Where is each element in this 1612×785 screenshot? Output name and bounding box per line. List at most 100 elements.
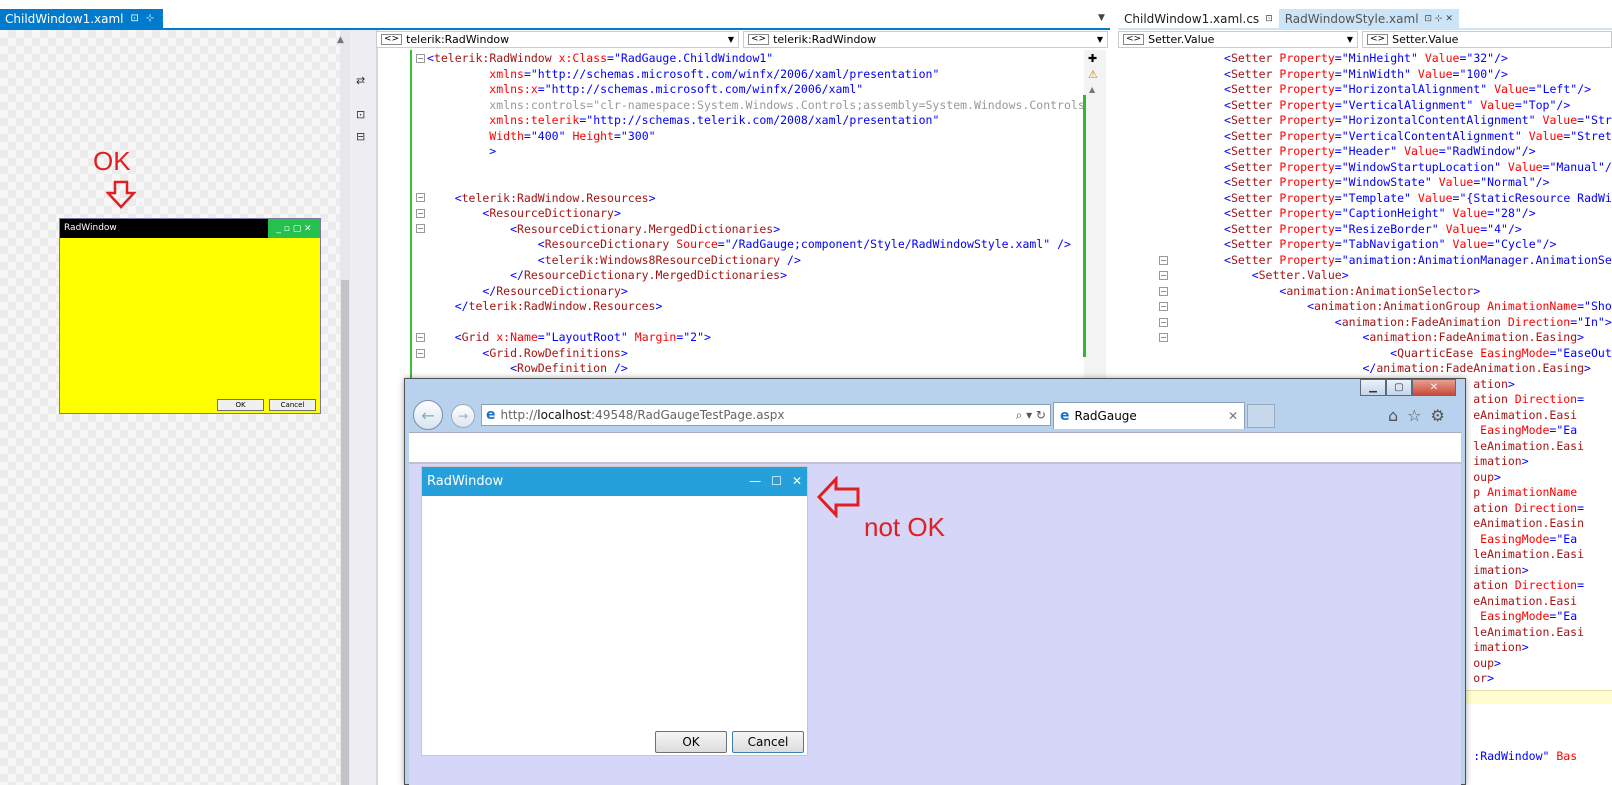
collapse-toggle-icon[interactable]: − — [1159, 256, 1168, 265]
scroll-up-icon[interactable]: ▲ — [1089, 85, 1095, 94]
split-view-icon[interactable]: ⊟ — [356, 130, 365, 143]
code-token: =" — [1452, 66, 1467, 81]
home-icon[interactable]: ⌂ — [1388, 406, 1398, 425]
ok-button[interactable]: OK — [217, 399, 264, 411]
code-token: < — [1224, 221, 1231, 236]
designer-scroll-thumb[interactable] — [341, 280, 349, 785]
code-token: < — [427, 345, 490, 360]
code-token: xmlns:controls="clr-namespace:System.Win… — [427, 97, 1084, 112]
code-token: Source — [669, 237, 718, 251]
code-token: Ea — [1563, 609, 1578, 623]
ok-button[interactable]: OK — [655, 731, 727, 753]
collapse-pane-icon[interactable]: ⊡ — [356, 108, 365, 121]
code-token: "/> — [1597, 159, 1612, 174]
new-tab-button[interactable] — [1247, 404, 1275, 428]
url-text: http://localhost:49548/RadGaugeTestPage.… — [500, 408, 785, 422]
code-token: HorizontalAlignment — [1348, 82, 1481, 96]
code-token: " — [648, 128, 656, 143]
code-token: x:Class — [551, 51, 608, 65]
window-titlebar[interactable]: RadWindow — ☐ ✕ — [422, 467, 807, 496]
split-icon[interactable]: ✚ — [1088, 52, 1097, 65]
code-token: ation — [1473, 500, 1508, 515]
tab-buttons-icon[interactable]: ⊡ ⊹ ✕ — [1425, 14, 1453, 24]
cancel-button[interactable]: Cancel — [269, 399, 316, 411]
code-token: > — [1577, 330, 1585, 344]
collapse-toggle-icon[interactable]: − — [416, 333, 425, 342]
chevron-down-icon: ▼ — [1096, 35, 1103, 44]
code-token: =" — [1334, 175, 1349, 189]
code-token: = — [1577, 392, 1585, 406]
code-token: < — [1224, 252, 1231, 267]
tab-close-icon[interactable]: ✕ — [1228, 409, 1238, 423]
minimize-icon[interactable]: — — [749, 474, 761, 489]
code-token: =" — [1334, 128, 1349, 143]
collapse-toggle-icon[interactable]: − — [1159, 318, 1168, 327]
runtime-radwindow[interactable]: RadWindow — ☐ ✕ OK Cancel — [421, 466, 808, 756]
code-token: Direction — [1507, 578, 1578, 592]
collapse-toggle-icon[interactable]: − — [1159, 271, 1168, 280]
tab-childwindow-xaml-cs[interactable]: ChildWindow1.xaml.cs ⊡ — [1118, 9, 1279, 29]
code-token: </ — [427, 283, 497, 298]
close-icon[interactable]: ✕ — [792, 474, 802, 489]
code-token: " /> — [1043, 237, 1071, 251]
pane-splitter[interactable] — [376, 30, 378, 785]
code-line: > — [427, 144, 496, 160]
collapse-toggle-icon[interactable]: − — [416, 224, 425, 233]
tab-childwindow-xaml[interactable]: ChildWindow1.xaml ⊡ ⊹ ✕ — [0, 9, 170, 28]
window-controls[interactable]: _ ▫ ▢ ✕ — [268, 219, 320, 238]
search-refresh-icons[interactable]: ⌕ ▾ ↻ — [1016, 408, 1046, 423]
minimize-button[interactable]: ▁ — [1360, 379, 1386, 396]
designer-radwindow-preview[interactable]: RadWindow _ ▫ ▢ ✕ OK Cancel — [59, 218, 321, 414]
maximize-button[interactable]: ▢ — [1386, 379, 1412, 396]
code-token: http://schemas.microsoft.com/winfx/2006/… — [551, 82, 857, 96]
tab-radwindowstyle-xaml[interactable]: RadWindowStyle.xaml ⊡ ⊹ ✕ — [1278, 9, 1459, 29]
code-line: Width="400" Height="300" — [427, 128, 656, 145]
member-dropdown[interactable]: <> telerik:RadWindow ▼ — [743, 31, 1108, 48]
editor-scrollbar[interactable]: ✚ ⚠ ▲ — [1084, 50, 1106, 380]
collapse-toggle-icon[interactable]: − — [416, 193, 425, 202]
right-type-dropdown[interactable]: <> Setter.Value ▼ — [1118, 31, 1358, 48]
collapse-toggle-icon[interactable]: − — [1159, 287, 1168, 296]
scroll-up-icon[interactable]: ▲ — [337, 35, 344, 45]
warning-icon[interactable]: ⚠ — [1088, 68, 1098, 81]
maximize-icon[interactable]: ☐ — [771, 474, 782, 489]
dock-icon[interactable]: ⊹ — [146, 13, 154, 24]
code-token: 4 — [1494, 221, 1502, 236]
code-token: TabNavigation — [1348, 237, 1439, 251]
cancel-button[interactable]: Cancel — [732, 731, 804, 753]
code-token: > — [1487, 671, 1495, 685]
settings-gear-icon[interactable]: ⚙ — [1431, 406, 1445, 425]
right-member-dropdown[interactable]: <> Setter.Value — [1362, 31, 1612, 48]
code-token: > — [1507, 376, 1515, 391]
back-button[interactable]: ← — [413, 400, 443, 430]
browser-tab-radgauge[interactable]: e RadGauge ✕ — [1053, 402, 1245, 429]
code-token: =" — [676, 330, 691, 344]
code-line: <telerik:RadWindow.Resources> — [427, 191, 656, 207]
code-token: RadWindow — [1452, 144, 1515, 158]
code-line: <Setter Property="ResizeBorder" Value="4… — [1224, 222, 1522, 238]
tab-dropdown-icon[interactable]: ▼ — [1098, 13, 1105, 23]
code-token: < — [1224, 175, 1231, 189]
code-token: ResourceDictionary.MergedDictionaries — [517, 221, 774, 236]
pin-icon[interactable]: ⊡ — [131, 13, 139, 24]
code-line: <Setter Property="MinWidth" Value="100"/… — [1224, 67, 1508, 83]
close-button[interactable]: ✕ — [1412, 379, 1456, 396]
collapse-toggle-icon[interactable]: − — [416, 349, 425, 358]
pin-icon[interactable]: ⊡ — [1265, 14, 1273, 24]
right-tab-strip: ChildWindow1.xaml.cs ⊡ RadWindowStyle.xa… — [1118, 9, 1459, 29]
swap-panes-icon[interactable]: ⇄ — [356, 74, 365, 87]
code-token: Property — [1272, 190, 1335, 205]
type-dropdown[interactable]: <> telerik:RadWindow ▼ — [376, 31, 739, 48]
code-token: Top — [1528, 97, 1550, 112]
favorites-star-icon[interactable]: ☆ — [1407, 406, 1421, 425]
code-token: Property — [1272, 51, 1335, 65]
collapse-toggle-icon[interactable]: − — [1159, 333, 1168, 342]
collapse-toggle-icon[interactable]: − — [416, 54, 425, 63]
collapse-toggle-icon[interactable]: − — [416, 209, 425, 218]
collapse-toggle-icon[interactable]: − — [1159, 302, 1168, 311]
code-token: Value — [1535, 113, 1578, 127]
address-bar[interactable]: e http://localhost:49548/RadGaugeTestPag… — [481, 404, 1051, 426]
code-token: "/> — [1501, 221, 1522, 236]
close-icon[interactable]: ✕ — [161, 13, 169, 24]
forward-button[interactable]: → — [451, 404, 475, 428]
